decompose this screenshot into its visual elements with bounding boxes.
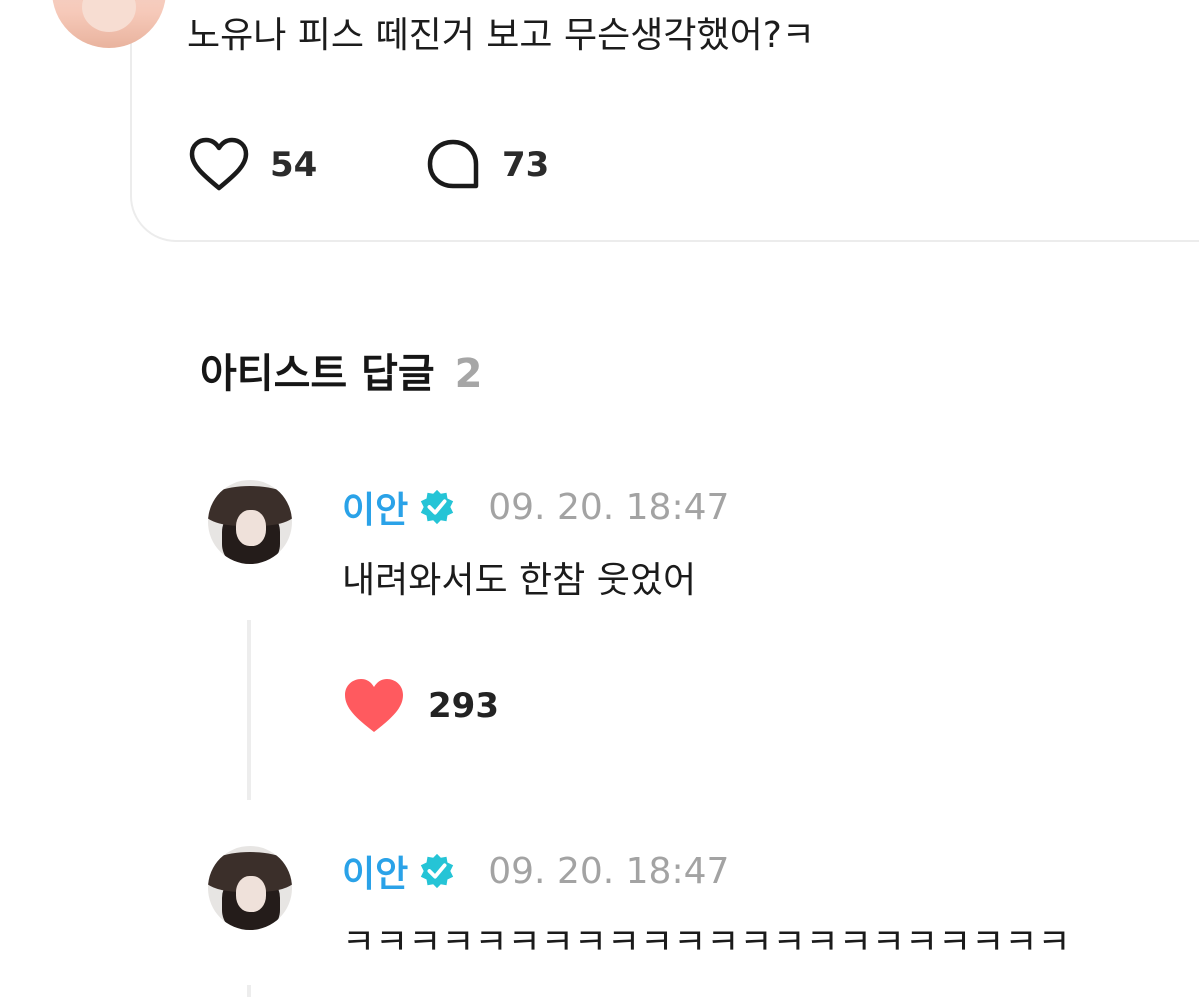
reply-author-avatar[interactable]	[208, 846, 292, 930]
artist-replies-header: 아티스트 답글 2	[200, 346, 483, 402]
reply-like-button[interactable]: 293	[342, 676, 499, 736]
post-like-button[interactable]: 54	[188, 136, 317, 194]
reply-author-avatar[interactable]	[208, 480, 292, 564]
post-like-count: 54	[270, 145, 318, 185]
reply-body-text: 내려와서도 한참 웃었어	[342, 560, 697, 601]
avatar-face	[236, 876, 266, 912]
reply-header: 이안 09. 20. 18:47	[342, 482, 729, 532]
reply-header: 이안 09. 20. 18:47	[342, 846, 729, 896]
post-body-text: 노유나 피스 떼진거 보고 무슨생각했어?ㅋ	[187, 15, 815, 56]
reply-thread-line	[247, 985, 251, 997]
reply-body-text: ㅋㅋㅋㅋㅋㅋㅋㅋㅋㅋㅋㅋㅋㅋㅋㅋㅋㅋㅋㅋㅋㅋ	[342, 922, 1071, 963]
reply-timestamp: 09. 20. 18:47	[488, 850, 730, 892]
avatar-face	[236, 510, 266, 546]
post-author-avatar[interactable]	[52, 0, 166, 48]
comment-bubble-icon	[427, 139, 479, 189]
verified-badge-icon	[421, 489, 454, 525]
post-comment-button[interactable]: 73	[424, 136, 549, 194]
reply-author-name[interactable]: 이안	[342, 845, 408, 897]
reply-timestamp: 09. 20. 18:47	[488, 486, 730, 528]
post-comment-count: 73	[502, 145, 550, 185]
reply-author-name[interactable]: 이안	[342, 481, 408, 533]
heart-outline-icon	[189, 137, 249, 191]
verified-badge-icon	[421, 853, 454, 889]
reply-thread-line	[247, 620, 251, 800]
heart-filled-icon	[345, 679, 403, 732]
reply-like-count: 293	[428, 686, 499, 726]
artist-replies-count: 2	[454, 351, 483, 397]
artist-replies-title: 아티스트 답글	[200, 351, 435, 397]
